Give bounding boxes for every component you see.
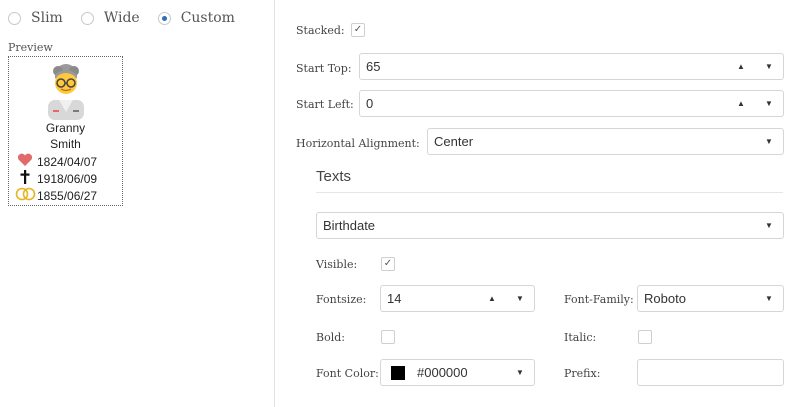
fontsize-input[interactable]: 14 ▲ ▼ <box>380 285 535 312</box>
radio-wide-circle[interactable] <box>80 11 94 25</box>
font-color-swatch <box>391 365 405 380</box>
prefix-input[interactable] <box>637 359 784 386</box>
horizontal-alignment-value: Center <box>434 134 474 149</box>
radio-wide-label: Wide <box>103 10 140 26</box>
font-color-picker[interactable]: #000000 ▼ <box>380 359 535 386</box>
cross-icon <box>15 170 35 187</box>
font-color-label: Font Color: <box>316 367 379 380</box>
start-left-increment-icon[interactable]: ▲ <box>727 99 755 108</box>
preview-first-name: Granny <box>45 121 86 135</box>
italic-checkbox[interactable] <box>638 330 652 344</box>
visible-label: Visible: <box>316 258 358 271</box>
start-left-value: 0 <box>366 96 374 111</box>
preview-last-name: Smith <box>50 137 81 151</box>
stacked-label: Stacked: <box>296 24 345 37</box>
chevron-down-icon: ▼ <box>765 221 773 230</box>
layout-mode-radio-group: Slim Wide Custom <box>8 10 253 26</box>
left-panel: Slim Wide Custom Preview Granny Smith 18… <box>0 0 275 407</box>
fontsize-label: Fontsize: <box>316 293 367 306</box>
horizontal-alignment-select[interactable]: Center ▼ <box>427 128 784 155</box>
bold-label: Bold: <box>316 331 345 344</box>
grandmother-avatar-icon <box>42 62 90 125</box>
preview-death-row: 1918/06/09 <box>15 170 97 187</box>
radio-custom[interactable]: Custom <box>157 10 235 26</box>
start-top-increment-icon[interactable]: ▲ <box>727 62 755 71</box>
preview-marriage-row: 1855/06/27 <box>15 187 97 204</box>
chevron-down-icon: ▼ <box>765 137 773 146</box>
preview-marriage-date: 1855/06/27 <box>37 188 98 203</box>
radio-custom-circle[interactable] <box>157 11 171 25</box>
visible-checkbox[interactable]: ✓ <box>381 257 395 271</box>
start-top-decrement-icon[interactable]: ▼ <box>755 62 783 71</box>
preview-label: Preview <box>8 41 53 54</box>
start-left-decrement-icon[interactable]: ▼ <box>755 99 783 108</box>
start-top-value: 65 <box>366 59 381 74</box>
start-top-label: Start Top: <box>296 62 352 75</box>
radio-slim[interactable]: Slim <box>8 10 63 26</box>
italic-label: Italic: <box>564 331 597 344</box>
start-top-input[interactable]: 65 ▲ ▼ <box>359 53 784 80</box>
radio-slim-circle[interactable] <box>8 11 21 25</box>
chevron-down-icon: ▼ <box>516 368 524 377</box>
radio-wide[interactable]: Wide <box>80 10 140 26</box>
preview-birth-row: 1824/04/07 <box>15 153 97 170</box>
fontsize-spinner: ▲ ▼ <box>478 294 534 303</box>
font-family-label: Font-Family: <box>564 293 634 306</box>
radio-custom-label: Custom <box>180 10 235 26</box>
prefix-label: Prefix: <box>564 367 601 380</box>
preview-box: Granny Smith 1824/04/07 1918/06/09 1855/… <box>8 56 123 206</box>
rings-icon <box>15 187 36 204</box>
bold-checkbox[interactable] <box>381 330 395 344</box>
font-family-value: Roboto <box>644 291 686 306</box>
text-element-value: Birthdate <box>323 218 376 233</box>
start-left-label: Start Left: <box>296 98 354 111</box>
texts-section-title: Texts <box>316 168 352 185</box>
font-family-select[interactable]: Roboto ▼ <box>637 285 784 312</box>
preview-death-date: 1918/06/09 <box>37 171 98 186</box>
horizontal-alignment-label: Horizontal Alignment: <box>296 137 420 150</box>
font-color-value: #000000 <box>417 365 468 380</box>
texts-divider <box>316 192 783 193</box>
start-left-input[interactable]: 0 ▲ ▼ <box>359 90 784 117</box>
start-top-spinner: ▲ ▼ <box>727 62 783 71</box>
radio-slim-label: Slim <box>31 10 63 26</box>
stacked-checkbox[interactable]: ✓ <box>351 23 365 37</box>
chevron-down-icon: ▼ <box>765 294 773 303</box>
fontsize-increment-icon[interactable]: ▲ <box>478 294 506 303</box>
heart-icon <box>15 153 35 170</box>
start-left-spinner: ▲ ▼ <box>727 99 783 108</box>
text-element-select[interactable]: Birthdate ▼ <box>316 212 784 239</box>
fontsize-decrement-icon[interactable]: ▼ <box>506 294 534 303</box>
fontsize-value: 14 <box>387 291 402 306</box>
preview-birth-date: 1824/04/07 <box>37 154 98 169</box>
